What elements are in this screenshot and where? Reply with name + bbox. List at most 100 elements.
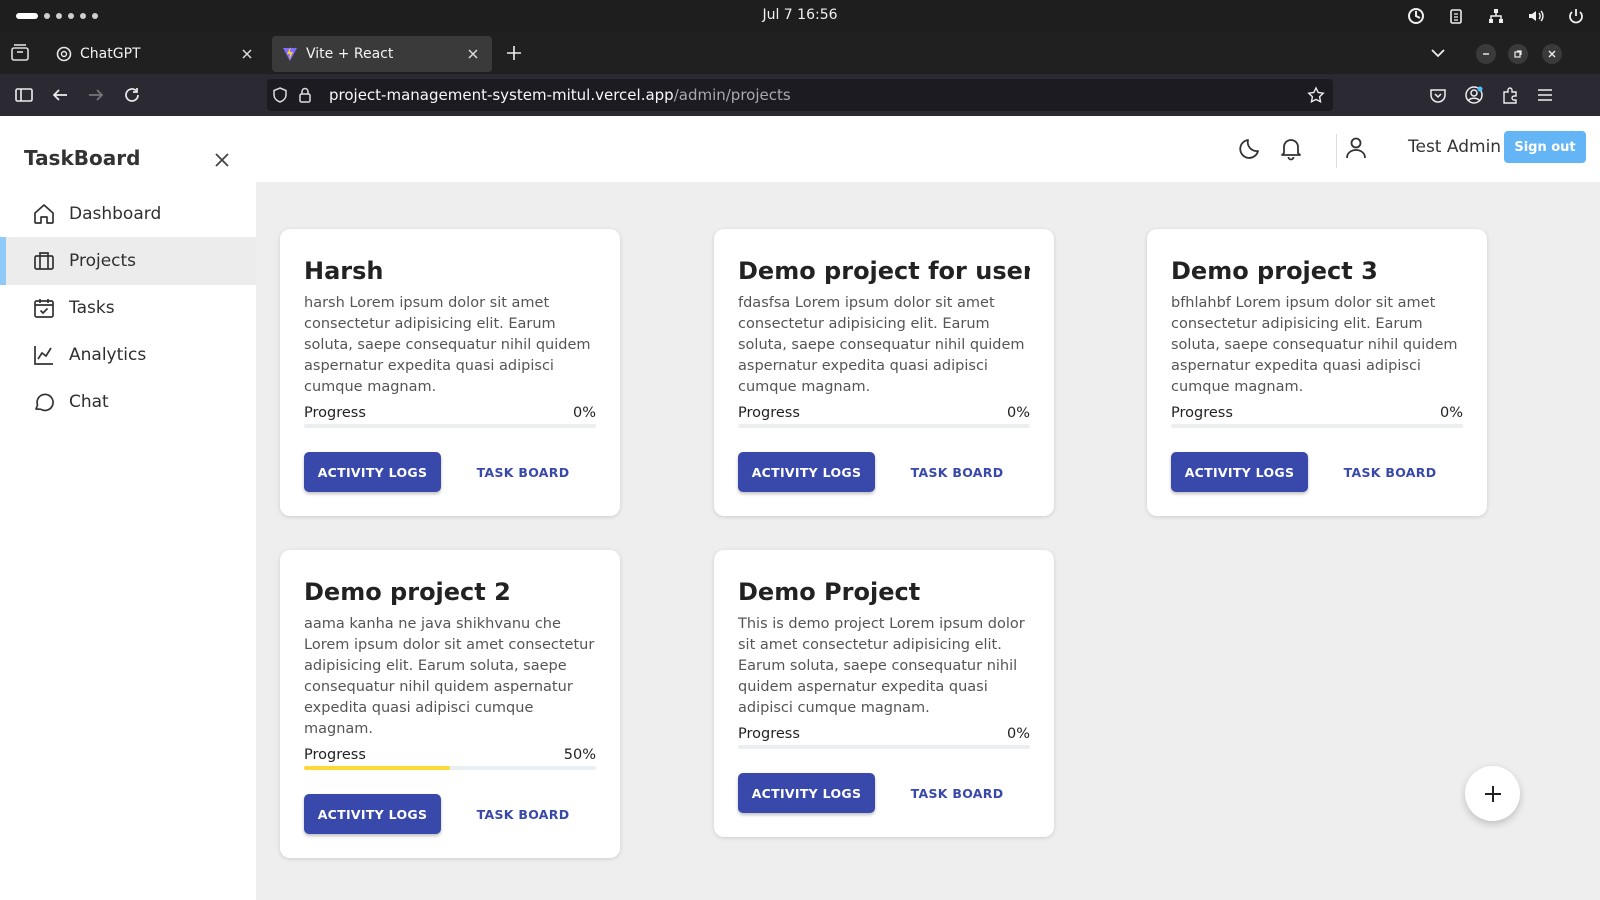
app-sidebar: TaskBoard Dashboard Projects Tasks Analy… (0, 116, 256, 900)
progress-label: Progress (738, 405, 800, 421)
reload-icon[interactable] (122, 85, 142, 105)
projects-grid: Harsh harsh Lorem ipsum dolor sit amet c… (256, 182, 1600, 900)
sidebar-item-label: Analytics (69, 345, 147, 365)
sidebar-item-dashboard[interactable]: Dashboard (0, 190, 256, 238)
card-actions: ACTIVITY LOGS TASK BOARD (1171, 452, 1463, 492)
lock-icon[interactable] (297, 86, 313, 104)
sidebar-item-projects[interactable]: Projects (0, 237, 256, 285)
project-description: bfhlahbf Lorem ipsum dolor sit amet cons… (1171, 295, 1458, 395)
plus-icon (1484, 785, 1501, 802)
close-tab-icon[interactable] (464, 45, 482, 63)
project-card: Harsh harsh Lorem ipsum dolor sit amet c… (280, 229, 620, 516)
extensions-icon[interactable] (1500, 85, 1520, 105)
project-description: harsh Lorem ipsum dolor sit amet consect… (304, 295, 591, 395)
sidebar-item-tasks[interactable]: Tasks (0, 284, 256, 332)
task-board-button[interactable]: TASK BOARD (465, 794, 581, 834)
activity-logs-button[interactable]: ACTIVITY LOGS (738, 452, 875, 492)
sidebar-toggle-icon[interactable] (14, 85, 34, 105)
vite-icon (282, 46, 298, 62)
sign-out-button[interactable]: Sign out (1504, 131, 1586, 163)
task-board-button[interactable]: TASK BOARD (899, 452, 1015, 492)
shield-icon[interactable] (271, 86, 289, 104)
sidebar-item-label: Dashboard (69, 204, 162, 224)
card-actions: ACTIVITY LOGS TASK BOARD (738, 773, 1030, 813)
progress-value: 0% (1006, 726, 1030, 742)
dark-mode-moon-icon[interactable] (1238, 135, 1264, 161)
back-arrow-icon[interactable] (50, 85, 70, 105)
pocket-icon[interactable] (1428, 85, 1448, 105)
progress-value: 0% (1439, 405, 1463, 421)
progress-label: Progress (304, 405, 366, 421)
url-host: project-management-system-mitul.vercel.a… (329, 86, 674, 104)
user-icon[interactable] (1343, 135, 1369, 161)
close-window-button[interactable] (1542, 44, 1562, 64)
project-description: aama kanha ne java shikhvanu che Lorem i… (304, 616, 595, 737)
card-actions: ACTIVITY LOGS TASK BOARD (304, 452, 596, 492)
activity-logs-button[interactable]: ACTIVITY LOGS (738, 773, 875, 813)
project-card: Demo Project This is demo project Lorem … (714, 550, 1054, 837)
home-icon (34, 204, 54, 224)
account-icon[interactable] (1464, 85, 1484, 105)
browser-tab-vite-react[interactable]: Vite + React (272, 36, 492, 72)
task-board-button[interactable]: TASK BOARD (899, 773, 1015, 813)
tab-overview-icon[interactable] (8, 41, 32, 65)
project-title: Demo Project (738, 578, 921, 606)
task-board-button[interactable]: TASK BOARD (1332, 452, 1448, 492)
progress-bar (738, 424, 1030, 428)
activity-logs-button[interactable]: ACTIVITY LOGS (304, 794, 441, 834)
power-profile-icon[interactable] (1406, 6, 1426, 26)
sidebar-item-label: Tasks (69, 298, 115, 318)
tab-title: ChatGPT (80, 46, 141, 62)
project-card: Demo project for user 2 fdasfsa Lorem ip… (714, 229, 1054, 516)
network-icon[interactable] (1486, 6, 1506, 26)
progress-label: Progress (738, 726, 800, 742)
sidebar-item-analytics[interactable]: Analytics (0, 331, 256, 379)
progress-row: Progress 0% (304, 405, 596, 421)
chat-bubble-icon (35, 393, 54, 412)
chevron-down-icon[interactable] (1428, 43, 1448, 63)
progress-bar (738, 745, 1030, 749)
notification-bell-icon[interactable] (1278, 135, 1304, 161)
project-title: Harsh (304, 257, 384, 285)
briefcase-icon (34, 252, 54, 270)
clipboard-icon[interactable] (1446, 6, 1466, 26)
volume-icon[interactable] (1526, 6, 1546, 26)
url-path: /admin/projects (673, 86, 791, 104)
project-card: Demo project 3 bfhlahbf Lorem ipsum dolo… (1147, 229, 1487, 516)
activity-logs-button[interactable]: ACTIVITY LOGS (1171, 452, 1308, 492)
brand-title: TaskBoard (24, 146, 141, 170)
restore-window-button[interactable] (1508, 44, 1528, 64)
browser-navigation-bar: project-management-system-mitul.vercel.a… (0, 74, 1600, 116)
project-description: This is demo project Lorem ipsum dolor s… (738, 616, 1025, 716)
progress-value: 0% (572, 405, 596, 421)
task-board-button[interactable]: TASK BOARD (465, 452, 581, 492)
menu-hamburger-icon[interactable] (1535, 85, 1555, 105)
sidebar-item-chat[interactable]: Chat (0, 378, 256, 426)
project-description: fdasfsa Lorem ipsum dolor sit amet conse… (738, 295, 1025, 395)
forward-arrow-icon[interactable] (86, 85, 106, 105)
sidebar-item-label: Chat (69, 392, 109, 412)
url-text[interactable]: project-management-system-mitul.vercel.a… (329, 86, 791, 104)
address-bar[interactable]: project-management-system-mitul.vercel.a… (267, 79, 1333, 111)
project-card: Demo project 2 aama kanha ne java shikhv… (280, 550, 620, 858)
add-project-button[interactable] (1465, 766, 1520, 821)
os-clock[interactable]: Jul 7 16:56 (0, 7, 1600, 23)
power-icon[interactable] (1566, 6, 1586, 26)
tab-title: Vite + React (306, 46, 394, 62)
browser-tab-chatgpt[interactable]: ChatGPT (46, 36, 266, 72)
new-tab-icon[interactable] (504, 43, 524, 63)
browser-tab-strip: ChatGPT Vite + React (0, 32, 1600, 74)
progress-bar (304, 424, 596, 428)
calendar-check-icon (34, 299, 54, 318)
progress-row: Progress 0% (738, 726, 1030, 742)
progress-row: Progress 50% (304, 747, 596, 763)
system-tray (1406, 6, 1586, 26)
progress-row: Progress 0% (1171, 405, 1463, 421)
close-sidebar-icon[interactable] (212, 150, 232, 170)
activity-logs-button[interactable]: ACTIVITY LOGS (304, 452, 441, 492)
bookmark-star-icon[interactable] (1307, 86, 1325, 104)
sidebar-item-label: Projects (69, 251, 137, 271)
os-top-bar: Jul 7 16:56 (0, 0, 1600, 32)
close-tab-icon[interactable] (238, 45, 256, 63)
minimize-window-button[interactable] (1476, 44, 1496, 64)
